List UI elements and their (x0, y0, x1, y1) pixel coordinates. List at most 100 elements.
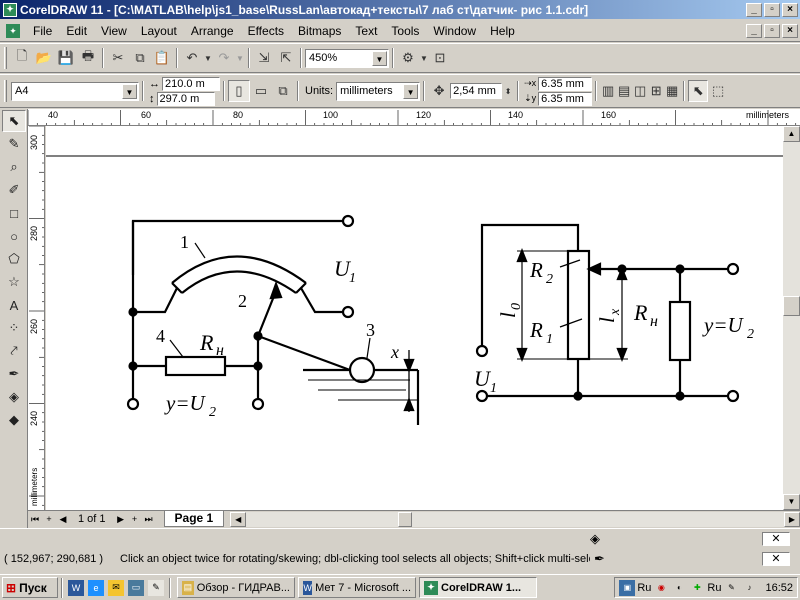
close-button[interactable]: × (782, 2, 798, 17)
app-launcher-icon[interactable]: ⚙ (397, 47, 419, 69)
undo-dropdown-icon[interactable]: ▼ (203, 47, 213, 69)
chevron-down-icon[interactable]: ▼ (403, 83, 419, 99)
shape-tool-icon[interactable]: ✎ (2, 133, 26, 155)
drawing-canvas[interactable]: 1 2 3 4 U 1 R н x y=U 2 R 2 R 1 l 0 l x … (46, 126, 783, 510)
import-icon[interactable]: ⇲ (253, 47, 275, 69)
volume-icon[interactable]: ◐ (671, 580, 687, 596)
next-page-icon[interactable]: ▶ (114, 512, 128, 526)
star-tool-icon[interactable]: ☆ (2, 271, 26, 293)
speaker-icon[interactable]: ♪ (741, 580, 757, 596)
scroll-left-button[interactable]: ◀ (230, 511, 247, 527)
new-icon[interactable]: 🗋 (11, 47, 33, 69)
menu-bitmaps[interactable]: Bitmaps (291, 22, 348, 40)
page-layout-icon[interactable]: ⧉ (272, 80, 294, 102)
antivirus-icon[interactable]: ◉ (653, 580, 669, 596)
paste-icon[interactable]: 📋 (151, 47, 173, 69)
save-icon[interactable]: 💾 (55, 47, 77, 69)
chevron-down-icon[interactable]: ▼ (372, 50, 387, 66)
snap-icon[interactable]: ◫ (632, 80, 648, 102)
menu-effects[interactable]: Effects (241, 22, 291, 40)
clock[interactable]: 16:52 (765, 582, 793, 594)
scroll-right-button[interactable]: ▶ (784, 511, 800, 527)
maximize-button[interactable]: ▫ (764, 2, 780, 17)
menu-help[interactable]: Help (483, 22, 522, 40)
polygon-tool-icon[interactable]: ⬠ (2, 248, 26, 270)
prev-page-icon[interactable]: ◀ (56, 512, 70, 526)
menu-text[interactable]: Text (348, 22, 384, 40)
add-page-before-icon[interactable]: + (42, 512, 56, 526)
excel-icon[interactable]: ✎ (148, 579, 164, 596)
outlook-icon[interactable]: ✉ (108, 579, 124, 596)
outline-tool-icon[interactable]: ✒ (2, 363, 26, 385)
vertical-scrollbar[interactable]: ▲ ▼ (783, 126, 800, 510)
menu-file[interactable]: File (26, 22, 59, 40)
zoom-select[interactable]: 450% ▼ (305, 48, 389, 68)
page-width-field[interactable]: 210.0 m (162, 76, 220, 91)
first-page-icon[interactable]: ⏮ (28, 512, 42, 526)
toolbar-grip[interactable] (4, 47, 7, 69)
minimize-button[interactable]: _ (746, 2, 762, 17)
copy-icon[interactable]: ⧉ (129, 47, 151, 69)
open-icon[interactable]: 📂 (33, 47, 55, 69)
fill-indicator-icon[interactable]: ◈ (590, 531, 600, 547)
fill-tool-icon[interactable]: ◈ (2, 386, 26, 408)
word-icon[interactable]: W (68, 579, 84, 596)
menu-edit[interactable]: Edit (59, 22, 94, 40)
internet-explorer-icon[interactable]: e (88, 579, 104, 596)
portrait-icon[interactable]: ▯ (228, 80, 250, 102)
redo-icon[interactable]: ↷ (213, 47, 235, 69)
vertical-ruler[interactable]: 300 280 260 240 millimeters (28, 126, 45, 510)
redo-dropdown-icon[interactable]: ▼ (235, 47, 245, 69)
menu-window[interactable]: Window (426, 22, 483, 40)
chevron-down-icon[interactable]: ▼ (122, 83, 137, 99)
start-button[interactable]: ⊞ Пуск (2, 577, 58, 598)
nudge-field[interactable]: 2,54 mm (450, 83, 503, 99)
units-select[interactable]: millimeters ▼ (336, 81, 421, 101)
doc-restore-button[interactable]: ▫ (764, 23, 780, 38)
horizontal-ruler[interactable]: 40 60 80 100 120 140 160 millimeters (28, 109, 800, 126)
fill-swatch-none[interactable]: ✕ (762, 532, 790, 546)
page-tab-1[interactable]: Page 1 (163, 511, 225, 527)
freehand-tool-icon[interactable]: ✐ (2, 179, 26, 201)
desktop-icon[interactable]: ▭ (128, 579, 144, 596)
text-tool-icon[interactable]: A (2, 294, 26, 316)
interactive-blend-tool-icon[interactable]: ⁘ (2, 317, 26, 339)
options-icon[interactable]: ⬚ (708, 80, 728, 102)
task-explorer[interactable]: ▤ Обзор - ГИДРАВ... (177, 577, 295, 598)
landscape-icon[interactable]: ▭ (250, 80, 272, 102)
punto-switcher-icon[interactable]: ✚ (689, 580, 705, 596)
toolbar-grip[interactable] (4, 80, 7, 102)
dup-y-field[interactable]: 6.35 mm (538, 91, 593, 106)
menu-layout[interactable]: Layout (134, 22, 184, 40)
interactive-fill-tool-icon[interactable]: ◆ (2, 409, 26, 431)
ellipse-tool-icon[interactable]: ○ (2, 225, 26, 247)
menu-arrange[interactable]: Arrange (184, 22, 241, 40)
tools-icon[interactable]: ✎ (723, 580, 739, 596)
export-icon[interactable]: ⇱ (275, 47, 297, 69)
outline-indicator-icon[interactable]: ✒ (594, 551, 605, 567)
app-launcher-dropdown-icon[interactable]: ▼ (419, 47, 429, 69)
select-cursor-icon[interactable]: ⬉ (688, 80, 709, 102)
cut-icon[interactable]: ✂ (107, 47, 129, 69)
units-draw-icon[interactable]: ▥ (600, 80, 616, 102)
language-indicator[interactable]: Ru (637, 582, 651, 594)
scroll-thumb[interactable] (398, 511, 413, 527)
scroll-thumb[interactable] (783, 296, 800, 316)
dup-x-field[interactable]: 6.35 mm (538, 76, 593, 91)
network-icon[interactable]: ▣ (619, 579, 636, 596)
outline-swatch-none[interactable]: ✕ (762, 552, 790, 566)
eyedropper-tool-icon[interactable]: ⤤ (2, 340, 26, 362)
doc-close-button[interactable]: × (782, 23, 798, 38)
print-icon[interactable]: 🖶 (77, 47, 99, 69)
paper-size-select[interactable]: A4 ▼ (11, 81, 139, 101)
scroll-up-button[interactable]: ▲ (783, 126, 800, 142)
menu-view[interactable]: View (94, 22, 134, 40)
pick-tool-icon[interactable]: ⬉ (2, 110, 26, 132)
add-page-after-icon[interactable]: + (128, 512, 142, 526)
scroll-down-button[interactable]: ▼ (783, 494, 800, 510)
last-page-icon[interactable]: ⏭ (142, 512, 156, 526)
rectangle-tool-icon[interactable]: □ (2, 202, 26, 224)
treat-as-filled-icon[interactable]: ▤ (616, 80, 632, 102)
corel-online-icon[interactable]: ⊡ (429, 47, 451, 69)
menu-tools[interactable]: Tools (384, 22, 426, 40)
